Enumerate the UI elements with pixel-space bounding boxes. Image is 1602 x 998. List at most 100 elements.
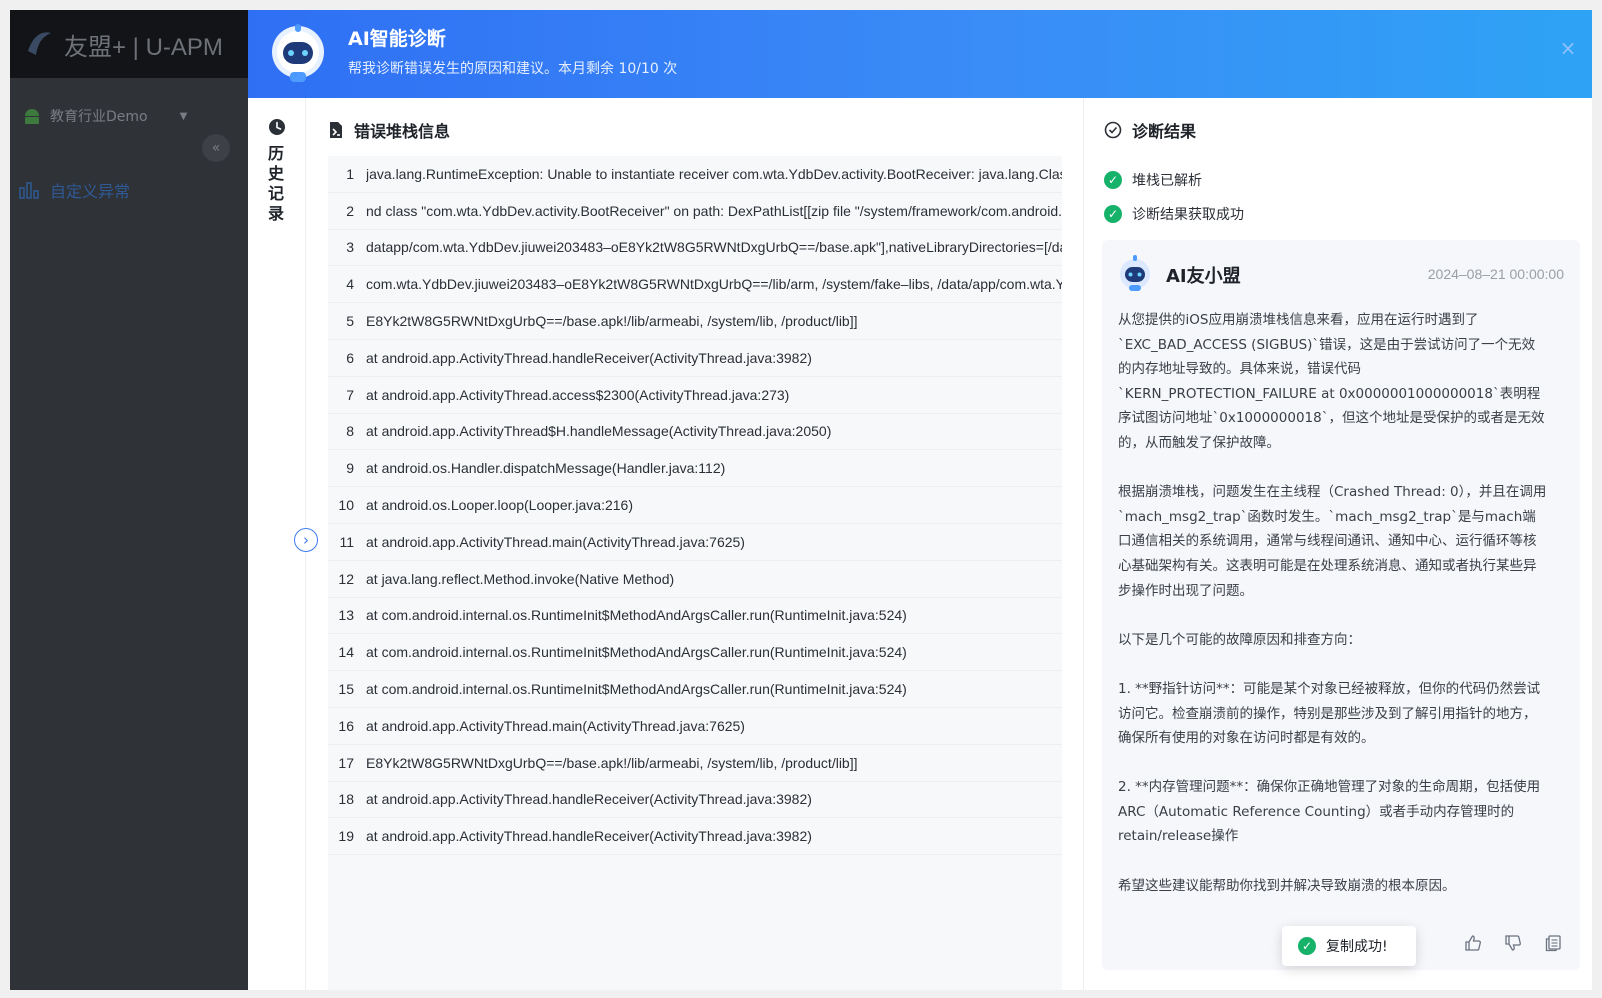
response-actions: [1464, 934, 1562, 952]
stack-line-text: com.wta.YdbDev.jiuwei203483–oE8Yk2tW8G5R…: [366, 276, 1062, 293]
background-app-name: 教育行业Demo: [50, 109, 148, 125]
stack-line: 15 at com.android.internal.os.RuntimeInit…: [328, 671, 1062, 708]
stack-line-text: at android.app.ActivityThread.main(Activ…: [366, 533, 745, 550]
android-icon: [25, 109, 39, 124]
status-diagnosis-success: ✓ 诊断结果获取成功: [1104, 204, 1244, 224]
thumbs-down-icon[interactable]: [1504, 934, 1522, 952]
success-check-icon: ✓: [1104, 171, 1122, 189]
expand-arrow-button[interactable]: ›: [294, 528, 318, 552]
stack-line-number: 4: [346, 276, 354, 293]
stack-line-number: 2: [346, 202, 354, 219]
stack-line-number: 12: [338, 570, 354, 587]
collapse-sidebar-icon: «: [202, 134, 230, 162]
ai-avatar-icon: [1120, 255, 1150, 291]
stack-line-text: at com.android.internal.os.RuntimeInit$M…: [366, 644, 907, 661]
stack-line: 13 at com.android.internal.os.RuntimeInit…: [328, 598, 1062, 635]
background-sidebar: [10, 78, 250, 990]
background-nav-label: 自定义异常: [50, 182, 131, 201]
stack-line-text: at android.os.Looper.loop(Looper.java:21…: [366, 497, 633, 514]
stack-line: 12 at java.lang.reflect.Method.invoke(Nat…: [328, 561, 1062, 598]
stack-line-text: at android.app.ActivityThread.access$230…: [366, 386, 790, 403]
status-label: 诊断结果获取成功: [1132, 207, 1244, 223]
stack-line-number: 17: [338, 754, 354, 771]
stack-line: 16 at android.app.ActivityThread.main(Act…: [328, 708, 1062, 745]
stack-line-text: E8Yk2tW8G5RWNtDxgUrbQ==/base.apk!/lib/ar…: [366, 313, 858, 330]
error-stack-panel: 错误堆栈信息 1 java.lang.RuntimeException: Unab…: [306, 98, 1084, 990]
response-paragraph: 从您提供的iOS应用崩溃堆栈信息来看，应用在运行时遇到了`EXC_BAD_ACC…: [1118, 312, 1545, 451]
stack-line: 7 at android.app.ActivityThread.access$23…: [328, 377, 1062, 414]
stack-line: 6 at android.app.ActivityThread.handleRec…: [328, 340, 1062, 377]
success-check-icon: ✓: [1298, 937, 1316, 955]
stack-line-number: 18: [338, 791, 354, 808]
stack-line-text: at android.app.ActivityThread.handleRece…: [366, 349, 812, 366]
diagnosis-result-panel: 诊断结果 ✓ 堆栈已解析 ✓ 诊断结果获取成功 AI友小盟 2024–08–21…: [1084, 98, 1592, 990]
background-logo-text: 友盟+ | U-APM: [64, 33, 223, 61]
response-paragraph: 1. **野指针访问**：可能是某个对象已经被释放，但你的代码仍然尝试访问它。检…: [1118, 680, 1541, 747]
stack-line-text: java.lang.RuntimeException: Unable to in…: [366, 165, 1062, 182]
stack-line: 18 at android.app.ActivityThread.handleRe…: [328, 782, 1062, 819]
response-timestamp: 2024–08–21 00:00:00: [1427, 266, 1564, 282]
stack-line-text: at android.app.ActivityThread.handleRece…: [366, 828, 812, 845]
ai-response-text: 从您提供的iOS应用崩溃堆栈信息来看，应用在运行时遇到了`EXC_BAD_ACC…: [1118, 308, 1548, 923]
stack-line-number: 5: [346, 313, 354, 330]
stack-line: 2 nd class "com.wta.YdbDev.activity.BootR…: [328, 193, 1062, 230]
stack-line: 19 at android.app.ActivityThread.handleRe…: [328, 818, 1062, 856]
stack-line: 5 E8Yk2tW8G5RWNtDxgUrbQ==/base.apk!/lib/a…: [328, 303, 1062, 340]
check-circle-outline-icon: [1104, 121, 1122, 139]
stack-line-text: at android.os.Handler.dispatchMessage(Ha…: [366, 460, 726, 477]
stack-line: 1 java.lang.RuntimeException: Unable to i…: [328, 156, 1062, 193]
stack-panel-header: 错误堆栈信息: [328, 118, 450, 142]
stack-line: 11 at android.app.ActivityThread.main(Act…: [328, 524, 1062, 561]
stack-line-number: 14: [338, 644, 354, 661]
stack-panel-title: 错误堆栈信息: [354, 122, 451, 141]
stack-line-number: 11: [339, 533, 354, 550]
drawer-subtitle: 帮我诊断错误发生的原因和建议。本月剩余 10/10 次: [348, 61, 678, 77]
response-paragraph: 2. **内存管理问题**：确保你正确地管理了对象的生命周期，包括使用ARC（A…: [1118, 779, 1541, 845]
stack-line-number: 9: [346, 460, 354, 477]
result-panel-title: 诊断结果: [1132, 122, 1197, 141]
result-panel-header: 诊断结果: [1104, 118, 1196, 142]
stack-line: 17 E8Yk2tW8G5RWNtDxgUrbQ==/base.apk!/lib/…: [328, 745, 1062, 782]
stack-line-text: E8Yk2tW8G5RWNtDxgUrbQ==/base.apk!/lib/ar…: [366, 754, 858, 771]
stack-line: 8 at android.app.ActivityThread$H.handleM…: [328, 414, 1062, 451]
stack-line-number: 1: [346, 165, 354, 182]
background-app-selector: 教育行业Demo ▼: [22, 106, 202, 126]
stack-line-number: 7: [346, 386, 354, 403]
stack-line-number: 6: [346, 349, 354, 366]
toast-text: 复制成功!: [1326, 939, 1388, 955]
stack-document-icon: [330, 122, 342, 138]
umeng-logo-icon: [28, 32, 51, 55]
stack-line-number: 8: [346, 423, 354, 440]
stack-line-number: 13: [338, 607, 354, 624]
stack-line: 9 at android.os.Handler.dispatchMessage(H…: [328, 450, 1062, 488]
status-label: 堆栈已解析: [1132, 173, 1202, 189]
response-paragraph: 希望这些建议能帮助你找到并解决导致崩溃的根本原因。: [1118, 877, 1456, 894]
history-label[interactable]: 历史记录: [268, 144, 286, 224]
success-check-icon: ✓: [1104, 205, 1122, 223]
status-stack-parsed: ✓ 堆栈已解析: [1104, 170, 1202, 190]
ai-response-card: AI友小盟 2024–08–21 00:00:00 从您提供的iOS应用崩溃堆栈…: [1102, 240, 1580, 970]
response-paragraph: 根据崩溃堆栈，问题发生在主线程（Crashed Thread: 0），并且在调用…: [1118, 484, 1547, 599]
stack-line-text: nd class "com.wta.YdbDev.activity.BootRe…: [366, 202, 1062, 219]
close-icon[interactable]: ×: [1558, 38, 1578, 58]
ai-diagnosis-drawer: AI智能诊断 帮我诊断错误发生的原因和建议。本月剩余 10/10 次 × 历史记…: [248, 10, 1592, 990]
stack-line-text: at android.app.ActivityThread.main(Activ…: [366, 717, 745, 734]
copy-success-toast: ✓ 复制成功!: [1282, 926, 1416, 966]
bar-chart-icon: [19, 182, 39, 199]
copy-icon[interactable]: [1544, 934, 1562, 952]
clock-icon[interactable]: [268, 118, 286, 136]
background-nav-item: 自定义异常: [18, 178, 130, 202]
response-paragraph: 以下是几个可能的故障原因和排查方向：: [1118, 631, 1361, 648]
thumbs-up-icon[interactable]: [1464, 934, 1482, 952]
stack-line-text: at android.app.ActivityThread.handleRece…: [366, 791, 812, 808]
stack-line-text: at com.android.internal.os.RuntimeInit$M…: [366, 607, 907, 624]
stack-line-text: at com.android.internal.os.RuntimeInit$M…: [366, 681, 907, 698]
drawer-header: AI智能诊断 帮我诊断错误发生的原因和建议。本月剩余 10/10 次 ×: [248, 10, 1592, 98]
chevron-down-icon: ▼: [179, 110, 188, 122]
ai-assistant-name: AI友小盟: [1166, 266, 1241, 287]
stack-line: 4 com.wta.YdbDev.jiuwei203483–oE8Yk2tW8G5…: [328, 266, 1062, 304]
stack-line-number: 16: [338, 717, 354, 734]
stack-line-number: 15: [338, 681, 354, 698]
stack-line-text: at android.app.ActivityThread$H.handleMe…: [366, 423, 832, 440]
stack-trace-list[interactable]: 1 java.lang.RuntimeException: Unable to i…: [328, 156, 1062, 990]
